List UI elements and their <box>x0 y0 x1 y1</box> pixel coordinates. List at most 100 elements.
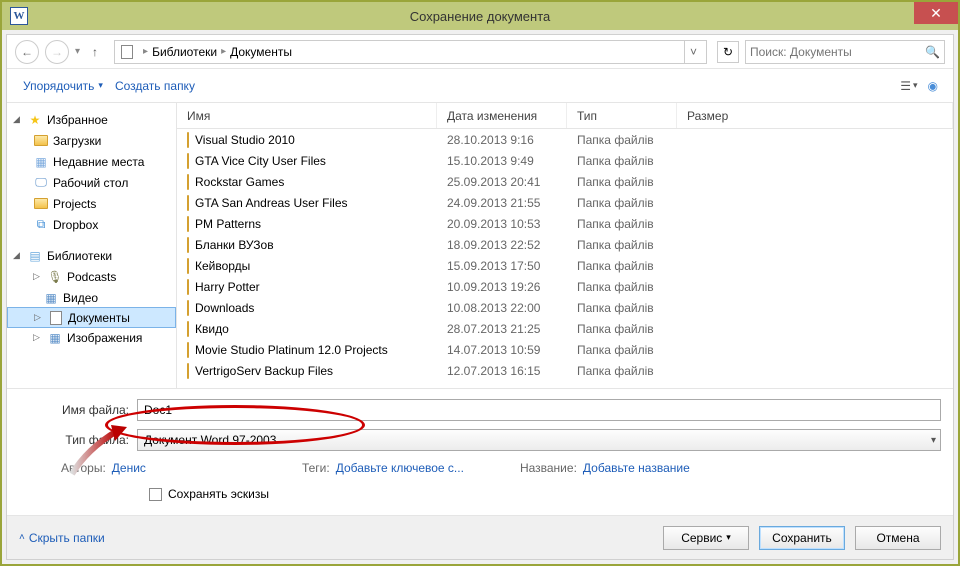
file-row[interactable]: Downloads10.08.2013 22:00Папка файлів <box>177 297 953 318</box>
file-date: 28.07.2013 21:25 <box>437 322 567 336</box>
organize-button[interactable]: Упорядочить▾ <box>17 75 109 97</box>
file-type: Папка файлів <box>567 343 677 357</box>
file-row[interactable]: Rockstar Games25.09.2013 20:41Папка файл… <box>177 171 953 192</box>
breadcrumb[interactable]: ▸ Библиотеки ▸ Документы ˅ <box>114 40 707 64</box>
desktop-icon: 🖵 <box>33 175 49 191</box>
window-title: Сохранение документа <box>2 9 958 24</box>
star-icon: ★ <box>27 112 43 128</box>
file-name: Rockstar Games <box>195 175 284 189</box>
file-type: Папка файлів <box>567 238 677 252</box>
back-button[interactable]: ← <box>15 40 39 64</box>
file-name: Бланки ВУЗов <box>195 238 274 252</box>
sidebar-item-documents[interactable]: ▷Документы <box>7 307 176 328</box>
libraries-group[interactable]: ◢▤Библиотеки <box>7 245 176 266</box>
file-row[interactable]: GTA Vice City User Files15.10.2013 9:49П… <box>177 150 953 171</box>
tags-value[interactable]: Добавьте ключевое с... <box>336 461 464 475</box>
bottom-fields: Имя файла: Тип файла: Документ Word 97-2… <box>7 388 953 515</box>
title-value[interactable]: Добавьте название <box>583 461 690 475</box>
file-type: Папка файлів <box>567 133 677 147</box>
file-row[interactable]: Movie Studio Platinum 12.0 Projects14.07… <box>177 339 953 360</box>
file-list: Имя Дата изменения Тип Размер Visual Stu… <box>177 103 953 388</box>
file-date: 12.07.2013 16:15 <box>437 364 567 378</box>
breadcrumb-part[interactable]: Библиотеки <box>152 45 217 59</box>
file-row[interactable]: Harry Potter10.09.2013 19:26Папка файлів <box>177 276 953 297</box>
sidebar-item-projects[interactable]: Projects <box>7 193 176 214</box>
dropbox-icon: ⧉ <box>33 217 49 233</box>
tools-button[interactable]: Сервис▾ <box>663 526 749 550</box>
forward-button[interactable]: → <box>45 40 69 64</box>
folder-icon <box>187 322 189 336</box>
file-name: Кейворды <box>195 259 250 273</box>
sidebar-item-video[interactable]: ▦Видео <box>7 287 176 308</box>
column-headers: Имя Дата изменения Тип Размер <box>177 103 953 129</box>
file-type: Папка файлів <box>567 196 677 210</box>
file-name: Квидо <box>195 322 229 336</box>
file-name: PM Patterns <box>195 217 261 231</box>
sidebar-item-recent[interactable]: ▦Недавние места <box>7 151 176 172</box>
chevron-right-icon: ▸ <box>143 46 148 57</box>
file-date: 24.09.2013 21:55 <box>437 196 567 210</box>
folder-icon <box>187 133 189 147</box>
file-type: Папка файлів <box>567 154 677 168</box>
file-row[interactable]: Квидо28.07.2013 21:25Папка файлів <box>177 318 953 339</box>
file-name: GTA Vice City User Files <box>195 154 326 168</box>
sidebar-item-images[interactable]: ▷▦Изображения <box>7 327 176 348</box>
save-thumbnail-checkbox[interactable] <box>149 488 162 501</box>
save-button[interactable]: Сохранить <box>759 526 845 550</box>
refresh-button[interactable]: ↻ <box>717 41 739 63</box>
history-dropdown[interactable]: ▾ <box>75 46 80 57</box>
folder-icon <box>187 175 189 189</box>
file-date: 15.09.2013 17:50 <box>437 259 567 273</box>
filetype-value: Документ Word 97-2003 <box>144 433 276 447</box>
cancel-button[interactable]: Отмена <box>855 526 941 550</box>
sidebar-item-downloads[interactable]: Загрузки <box>7 130 176 151</box>
favorites-group[interactable]: ◢★Избранное <box>7 109 176 130</box>
toolbar: Упорядочить▾ Создать папку ☰▾ ◉ <box>7 69 953 103</box>
file-rows[interactable]: Visual Studio 201028.10.2013 9:16Папка ф… <box>177 129 953 388</box>
file-row[interactable]: Visual Studio 201028.10.2013 9:16Папка ф… <box>177 129 953 150</box>
search-input[interactable] <box>750 45 925 59</box>
filename-input[interactable] <box>137 399 941 421</box>
breadcrumb-part[interactable]: Документы <box>230 45 292 59</box>
document-icon <box>48 310 64 326</box>
column-size[interactable]: Размер <box>677 103 953 128</box>
filetype-combo[interactable]: Документ Word 97-2003 ▾ <box>137 429 941 451</box>
podcast-icon: 🎙 <box>47 269 63 285</box>
close-button[interactable]: ✕ <box>914 2 958 24</box>
video-icon: ▦ <box>43 290 59 306</box>
sidebar: ◢★Избранное Загрузки ▦Недавние места 🖵Ра… <box>7 103 177 388</box>
up-button[interactable]: ↑ <box>86 43 104 61</box>
file-row[interactable]: VertrigoServ Backup Files 12.07.2013 16:1… <box>177 360 953 381</box>
sidebar-item-desktop[interactable]: 🖵Рабочий стол <box>7 172 176 193</box>
save-thumbnail-label: Сохранять эскизы <box>168 487 269 501</box>
folder-icon <box>187 217 189 231</box>
column-date[interactable]: Дата изменения <box>437 103 567 128</box>
image-icon: ▦ <box>47 330 63 346</box>
file-date: 10.08.2013 22:00 <box>437 301 567 315</box>
new-folder-button[interactable]: Создать папку <box>109 75 201 97</box>
search-box[interactable]: 🔍 <box>745 40 945 64</box>
file-type: Папка файлів <box>567 301 677 315</box>
file-name: VertrigoServ Backup Files <box>195 364 333 378</box>
libraries-icon: ▤ <box>27 248 43 264</box>
view-mode-button[interactable]: ☰▾ <box>895 76 922 96</box>
sidebar-item-dropbox[interactable]: ⧉Dropbox <box>7 214 176 235</box>
tags-label: Теги: <box>302 461 330 475</box>
folder-icon <box>187 343 189 357</box>
hide-folders-button[interactable]: ˄Скрыть папки <box>19 531 105 545</box>
file-row[interactable]: Кейворды15.09.2013 17:50Папка файлів <box>177 255 953 276</box>
authors-value[interactable]: Денис <box>112 461 146 475</box>
help-button[interactable]: ◉ <box>923 76 943 96</box>
column-type[interactable]: Тип <box>567 103 677 128</box>
file-row[interactable]: Бланки ВУЗов18.09.2013 22:52Папка файлів <box>177 234 953 255</box>
file-row[interactable]: PM Patterns20.09.2013 10:53Папка файлів <box>177 213 953 234</box>
navigation-bar: ← → ▾ ↑ ▸ Библиотеки ▸ Документы ˅ ↻ 🔍 <box>7 35 953 69</box>
file-name: Harry Potter <box>195 280 260 294</box>
file-row[interactable]: GTA San Andreas User Files24.09.2013 21:… <box>177 192 953 213</box>
file-type: Папка файлів <box>567 280 677 294</box>
column-name[interactable]: Имя <box>177 103 437 128</box>
titlebar: W Сохранение документа ✕ <box>2 2 958 30</box>
folder-icon <box>187 280 189 294</box>
breadcrumb-dropdown[interactable]: ˅ <box>684 41 702 63</box>
sidebar-item-podcasts[interactable]: ▷🎙Podcasts <box>7 266 176 287</box>
